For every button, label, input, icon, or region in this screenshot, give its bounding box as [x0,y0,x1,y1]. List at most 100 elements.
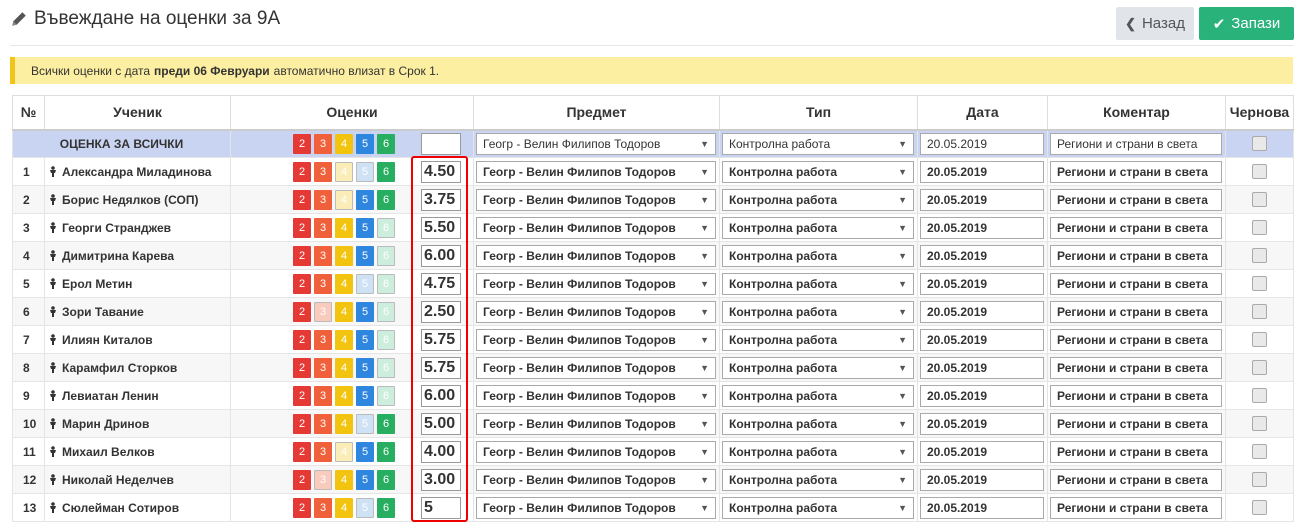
grade-input[interactable]: 6.00 [421,244,461,267]
grade-button-2[interactable]: 2 [293,469,311,490]
comment-input[interactable]: Региони и страни в света [1050,216,1222,239]
grade-button-6[interactable]: 6 [377,469,395,490]
grade-button-2[interactable]: 2 [293,497,311,518]
grade-button-6[interactable]: 6 [377,385,395,406]
comment-input[interactable]: Региони и страни в света [1050,356,1222,379]
grade-button-4[interactable]: 4 [335,301,353,322]
grade-button-6[interactable]: 6 [377,273,395,294]
grade-button-6[interactable]: 6 [377,329,395,350]
subject-select[interactable]: Геогр - Велин Филипов Тодоров ▼ [476,300,716,323]
date-input[interactable]: 20.05.2019 [920,412,1044,435]
grade-button-6[interactable]: 6 [377,413,395,434]
grade-button-3[interactable]: 3 [314,189,332,210]
grade-button-3[interactable]: 3 [314,161,332,182]
subject-select[interactable]: Геогр - Велин Филипов Тодоров ▼ [476,132,716,155]
draft-checkbox[interactable] [1252,192,1267,207]
grade-button-3[interactable]: 3 [314,301,332,322]
back-button[interactable]: ❮ Назад [1116,7,1194,40]
grade-input[interactable]: 5.00 [421,412,461,435]
comment-input[interactable]: Региони и страни в света [1050,384,1222,407]
grade-button-4[interactable]: 4 [335,273,353,294]
type-select[interactable]: Контролна работа ▼ [722,244,914,267]
grade-input[interactable]: 5.75 [421,328,461,351]
grade-button-5[interactable]: 5 [356,273,374,294]
grade-button-3[interactable]: 3 [314,385,332,406]
date-input[interactable]: 20.05.2019 [920,440,1044,463]
grade-button-3[interactable]: 3 [314,133,332,154]
date-input[interactable]: 20.05.2019 [920,272,1044,295]
grade-button-2[interactable]: 2 [293,301,311,322]
grade-button-5[interactable]: 5 [356,189,374,210]
draft-checkbox[interactable] [1252,136,1267,152]
grade-button-2[interactable]: 2 [293,273,311,294]
grade-button-4[interactable]: 4 [335,217,353,238]
comment-input[interactable]: Региони и страни в света [1050,244,1222,267]
date-input[interactable]: 20.05.2019 [920,328,1044,351]
grade-button-5[interactable]: 5 [356,469,374,490]
grade-button-4[interactable]: 4 [335,357,353,378]
grade-button-3[interactable]: 3 [314,357,332,378]
type-select[interactable]: Контролна работа ▼ [722,496,914,519]
grade-button-6[interactable]: 6 [377,301,395,322]
type-select[interactable]: Контролна работа ▼ [722,272,914,295]
grade-input[interactable]: 5.50 [421,216,461,239]
grade-button-2[interactable]: 2 [293,413,311,434]
comment-input[interactable]: Региони и страни в света [1050,440,1222,463]
grade-button-4[interactable]: 4 [335,245,353,266]
draft-checkbox[interactable] [1252,500,1267,515]
type-select[interactable]: Контролна работа ▼ [722,216,914,239]
subject-select[interactable]: Геогр - Велин Филипов Тодоров ▼ [476,160,716,183]
grade-button-3[interactable]: 3 [314,245,332,266]
subject-select[interactable]: Геогр - Велин Филипов Тодоров ▼ [476,468,716,491]
draft-checkbox[interactable] [1252,248,1267,263]
type-select[interactable]: Контролна работа ▼ [722,132,914,155]
grade-button-3[interactable]: 3 [314,217,332,238]
grade-input[interactable]: 4.50 [421,160,461,183]
grade-button-6[interactable]: 6 [377,497,395,518]
subject-select[interactable]: Геогр - Велин Филипов Тодоров ▼ [476,328,716,351]
grade-button-2[interactable]: 2 [293,217,311,238]
grade-button-5[interactable]: 5 [356,413,374,434]
grade-button-5[interactable]: 5 [356,497,374,518]
draft-checkbox[interactable] [1252,444,1267,459]
grade-button-4[interactable]: 4 [335,385,353,406]
grade-for-all-input[interactable] [421,132,461,155]
grade-button-6[interactable]: 6 [377,217,395,238]
grade-button-4[interactable]: 4 [335,329,353,350]
grade-button-2[interactable]: 2 [293,385,311,406]
grade-button-5[interactable]: 5 [356,133,374,154]
comment-input[interactable]: Региони и страни в света [1050,132,1222,155]
grade-button-5[interactable]: 5 [356,385,374,406]
grade-button-2[interactable]: 2 [293,161,311,182]
date-input[interactable]: 20.05.2019 [920,356,1044,379]
grade-button-2[interactable]: 2 [293,245,311,266]
grade-button-5[interactable]: 5 [356,301,374,322]
date-input[interactable]: 20.05.2019 [920,160,1044,183]
comment-input[interactable]: Региони и страни в света [1050,272,1222,295]
type-select[interactable]: Контролна работа ▼ [722,384,914,407]
subject-select[interactable]: Геогр - Велин Филипов Тодоров ▼ [476,356,716,379]
comment-input[interactable]: Региони и страни в света [1050,328,1222,351]
grade-button-3[interactable]: 3 [314,413,332,434]
comment-input[interactable]: Региони и страни в света [1050,496,1222,519]
grade-button-5[interactable]: 5 [356,329,374,350]
draft-checkbox[interactable] [1252,360,1267,375]
date-input[interactable]: 20.05.2019 [920,244,1044,267]
draft-checkbox[interactable] [1252,416,1267,431]
grade-button-2[interactable]: 2 [293,441,311,462]
type-select[interactable]: Контролна работа ▼ [722,468,914,491]
grade-button-2[interactable]: 2 [293,329,311,350]
grade-button-6[interactable]: 6 [377,133,395,154]
grade-button-5[interactable]: 5 [356,441,374,462]
grade-button-3[interactable]: 3 [314,469,332,490]
type-select[interactable]: Контролна работа ▼ [722,300,914,323]
grade-button-4[interactable]: 4 [335,161,353,182]
date-input[interactable]: 20.05.2019 [920,216,1044,239]
comment-input[interactable]: Региони и страни в света [1050,468,1222,491]
grade-button-5[interactable]: 5 [356,161,374,182]
date-input[interactable]: 20.05.2019 [920,132,1044,155]
grade-button-4[interactable]: 4 [335,469,353,490]
grade-button-6[interactable]: 6 [377,161,395,182]
save-button[interactable]: ✔ Запази [1199,7,1294,40]
grade-input[interactable]: 3.00 [421,468,461,491]
